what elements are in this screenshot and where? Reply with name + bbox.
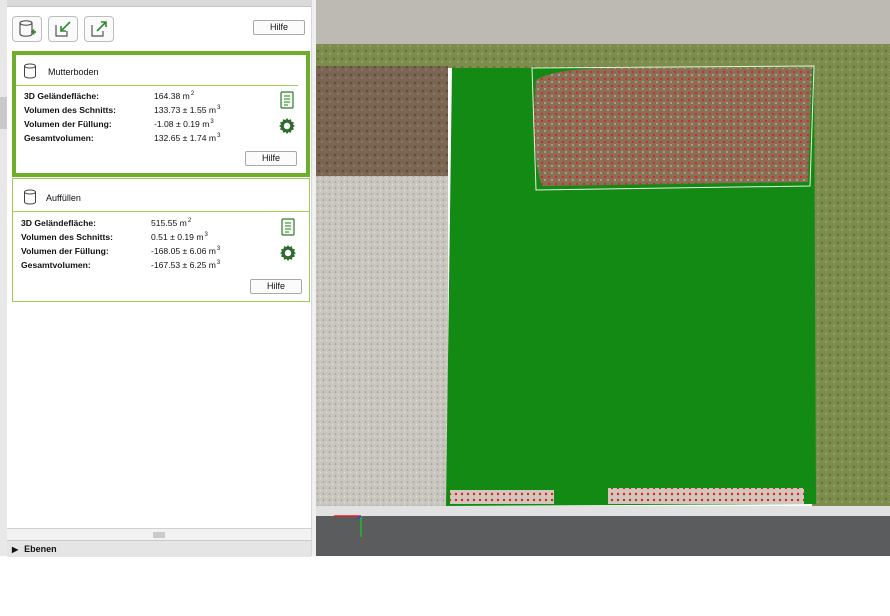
object-name[interactable]: Mutterboden (48, 67, 99, 77)
layers-section-header[interactable]: ▶ Ebenen (7, 540, 311, 557)
object-card-mutterboden[interactable]: Mutterboden 3D Geländefläche: 164.38 m2 … (12, 51, 310, 177)
cut-volume-overlay (534, 68, 812, 186)
fill-volume-label: Volumen der Füllung: (21, 246, 109, 256)
fill-volume-label: Volumen der Füllung: (24, 119, 112, 129)
cut-volume-label: Volumen des Schnitts: (21, 232, 113, 242)
report-icon[interactable] (279, 218, 297, 236)
total-volume-label: Gesamtvolumen: (24, 133, 94, 143)
dock-handle[interactable] (0, 97, 7, 129)
card-divider (13, 211, 309, 212)
import-icon (55, 21, 71, 37)
cut-volume-value: 133.73 ± 1.55 m3 (154, 105, 221, 115)
curb (316, 506, 890, 516)
map-viewport[interactable] (316, 0, 890, 556)
grass-right (812, 66, 890, 512)
add-object-icon (19, 20, 36, 37)
bottom-fringe-left (450, 490, 554, 504)
import-button[interactable] (48, 16, 78, 42)
volume-icon (24, 63, 36, 79)
road-bottom (316, 516, 890, 556)
surface-label: 3D Geländefläche: (21, 218, 96, 228)
card-divider (16, 85, 298, 86)
objects-toolbar: Hilfe (7, 6, 311, 48)
app-window: Hilfe Mutterboden 3D Geländefläche: 164.… (0, 0, 890, 557)
object-name[interactable]: Auffüllen (46, 193, 81, 203)
help-button-auffuellen[interactable]: Hilfe (250, 279, 302, 294)
add-object-button[interactable] (12, 16, 42, 42)
grass-strip-top (316, 44, 890, 68)
help-button-mutterboden[interactable]: Hilfe (245, 151, 297, 166)
gravel-area (316, 176, 448, 512)
total-volume-value: -167.53 ± 6.25 m3 (151, 260, 221, 270)
layers-section-label: Ebenen (24, 544, 57, 554)
cut-volume-label: Volumen des Schnitts: (24, 105, 116, 115)
grip-icon (153, 532, 165, 538)
expand-arrow-icon: ▶ (12, 545, 19, 554)
object-card-auffuellen[interactable]: Auffüllen 3D Geländefläche: 515.55 m2 Vo… (12, 178, 310, 302)
export-icon (91, 21, 107, 37)
total-volume-value: 132.65 ± 1.74 m3 (154, 133, 221, 143)
objects-panel: Hilfe Mutterboden 3D Geländefläche: 164.… (7, 0, 311, 557)
help-button-toolbar[interactable]: Hilfe (253, 20, 305, 35)
export-button[interactable] (84, 16, 114, 42)
total-volume-label: Gesamtvolumen: (21, 260, 91, 270)
fill-volume-value: -1.08 ± 0.19 m3 (154, 119, 214, 129)
road-top (316, 0, 890, 48)
aerial-view[interactable] (316, 0, 890, 556)
volume-icon (24, 189, 36, 205)
surface-value: 515.55 m2 (151, 218, 192, 228)
surface-label: 3D Geländefläche: (24, 91, 99, 101)
settings-gear-icon[interactable] (279, 244, 297, 262)
bottom-fringe-right (608, 488, 804, 504)
soil-area (316, 66, 448, 176)
settings-gear-icon[interactable] (278, 117, 296, 135)
fill-volume-value: -168.05 ± 6.06 m3 (151, 246, 221, 256)
cut-volume-value: 0.51 ± 0.19 m3 (151, 232, 208, 242)
report-icon[interactable] (278, 91, 296, 109)
surface-value: 164.38 m2 (154, 91, 195, 101)
